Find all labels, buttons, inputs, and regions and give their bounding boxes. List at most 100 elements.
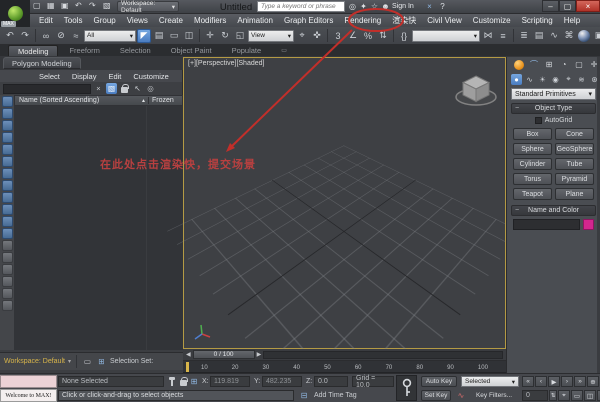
prev-frame-icon[interactable]: ◀ [186,351,191,358]
explorer-object-list[interactable] [14,106,183,350]
lock-icon[interactable] [119,83,130,94]
isolate-toggle-icon[interactable]: ▭ [82,356,93,367]
chevron-down-icon[interactable]: ▾ [68,358,71,365]
autogrid-checkbox[interactable] [535,117,542,124]
time-slider-track[interactable] [263,351,503,359]
pick-parent-icon[interactable] [2,288,13,299]
sign-in-link[interactable]: Sign In [392,3,414,10]
name-color-rollout[interactable]: − Name and Color [511,205,596,216]
x-coordinate-field[interactable]: 119.819 [210,376,250,387]
menu-civil-view[interactable]: Civil View [422,14,467,27]
layer-manager-icon[interactable]: ≣ [517,29,531,43]
workspace-dropdown[interactable]: Workspace: Default ▾ [117,1,179,12]
key-mode-icon[interactable]: ⊕ [587,376,599,387]
set-key-button[interactable]: Set Key [421,390,451,401]
menu-edit[interactable]: Edit [34,14,58,27]
display-groups-icon[interactable] [2,168,13,179]
previous-key-icon[interactable]: ‹ [535,376,547,387]
view-cube[interactable] [453,70,499,112]
display-lights-icon[interactable] [2,120,13,131]
goto-end-icon[interactable]: » [574,376,586,387]
tab-freeform[interactable]: Freeform [60,45,108,56]
frame-spinner[interactable]: ⇅ [549,390,557,401]
select-and-link-icon[interactable]: ∞ [39,29,53,43]
workspace-selector[interactable]: Workspace: Default [4,358,65,365]
field-of-view-icon[interactable]: ◫ [584,390,596,401]
maximize-button[interactable]: ▢ [559,0,576,12]
explorer-settings-icon[interactable] [2,300,13,311]
filter-icon[interactable] [2,276,13,287]
zoom-extents-icon[interactable]: ▭ [571,390,583,401]
user-icon[interactable]: ☻ [380,1,391,12]
display-bones-icon[interactable] [2,192,13,203]
angle-snap-icon[interactable]: ∠ [346,29,360,43]
tab-populate[interactable]: Populate [223,45,271,56]
zoom-icon[interactable]: ⌖ [558,390,570,401]
explorer-menu-customize[interactable]: Customize [128,72,173,81]
next-frame-icon[interactable]: ▶ [257,351,262,358]
percent-snap-icon[interactable]: % [361,29,375,43]
menu-views[interactable]: Views [122,14,153,27]
unlink-selection-icon[interactable]: ⊘ [54,29,68,43]
menu-scripting[interactable]: Scripting [517,14,558,27]
play-icon[interactable]: ▶ [548,376,560,387]
selection-lock-icon[interactable]: ⊞ [96,356,107,367]
lights-icon[interactable]: ☀ [537,74,548,85]
y-coordinate-field[interactable]: 482.235 [262,376,302,387]
torus-button[interactable]: Torus [513,173,552,185]
snaps-toggle-icon[interactable]: 3 [331,29,345,43]
display-frozen-icon[interactable] [2,216,13,227]
pyramid-button[interactable]: Pyramid [555,173,594,185]
shapes-icon[interactable]: ∿ [524,74,535,85]
sort-ascending-icon[interactable]: ▲ [141,98,146,104]
plane-button[interactable]: Plane [555,188,594,200]
tube-button[interactable]: Tube [555,158,594,170]
time-slider-knob[interactable]: 0 / 100 [193,350,255,359]
goto-start-icon[interactable]: « [522,376,534,387]
next-key-icon[interactable]: › [561,376,573,387]
clear-search-icon[interactable]: × [93,83,104,94]
auto-key-button[interactable]: Auto Key [421,376,457,387]
menu-graph-editors[interactable]: Graph Editors [279,14,338,27]
current-frame-marker[interactable] [186,362,189,372]
menu-create[interactable]: Create [154,14,188,27]
pick-icon[interactable]: ↖ [132,83,143,94]
menu-customize[interactable]: Customize [468,14,516,27]
box-button[interactable]: Box [513,128,552,140]
favorites-star-icon[interactable]: ☆ [369,1,380,12]
rectangular-selection-icon[interactable]: ▭ [167,29,181,43]
tab-modeling[interactable]: Modeling [8,45,58,56]
new-scene-icon[interactable]: ▢ [33,1,45,13]
search-input[interactable] [257,1,345,12]
transform-type-in-icon[interactable]: ⊞ [188,376,200,387]
align-icon[interactable]: ≡ [496,29,510,43]
object-type-rollout[interactable]: − Object Type [511,103,596,114]
find-icon[interactable]: ▧ [106,83,117,94]
close-button[interactable]: × [576,0,600,12]
object-name-field[interactable] [513,219,580,230]
set-keys-button[interactable] [396,375,417,401]
column-frozen[interactable]: Frozen [148,97,182,104]
menu-animation[interactable]: Animation [232,14,278,27]
curve-editor-icon[interactable]: ∿ [547,29,561,43]
perspective-viewport[interactable]: [+][Perspective][Shaded] [183,57,506,349]
select-and-scale-icon[interactable]: ◱ [233,29,247,43]
reference-coordinate-dropdown[interactable]: View ▾ [248,30,294,42]
display-spacewarps-icon[interactable] [2,156,13,167]
primitive-category-dropdown[interactable]: Standard Primitives ▾ [511,88,596,100]
column-name[interactable]: Name (Sorted Ascending) [15,97,141,104]
explorer-menu-edit[interactable]: Edit [103,72,126,81]
search-icon[interactable]: ◎ [347,1,358,12]
cone-button[interactable]: Cone [555,128,594,140]
object-color-swatch[interactable] [583,219,594,230]
communication-center-icon[interactable]: × [424,1,435,12]
new-key-curve-icon[interactable]: ∿ [455,390,467,401]
bind-to-space-warp-icon[interactable]: ≈ [69,29,83,43]
save-file-icon[interactable]: ▣ [61,1,73,13]
menu-group[interactable]: Group [88,14,120,27]
selection-filter-dropdown[interactable]: All ▾ [84,30,136,42]
z-coordinate-field[interactable]: 0.0 [314,376,348,387]
teapot-button[interactable]: Teapot [513,188,552,200]
tab-object-paint[interactable]: Object Paint [162,45,221,56]
modify-tab[interactable]: ⌒ [528,59,540,71]
